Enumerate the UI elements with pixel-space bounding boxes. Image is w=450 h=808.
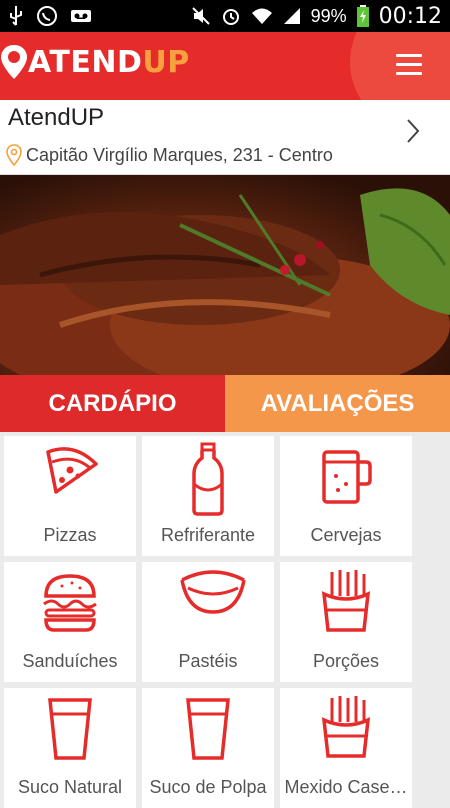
hamburger-icon [396, 54, 422, 57]
menu-category-grid: Pizzas Refriferante Cervejas Sanduíches … [0, 432, 450, 808]
category-suco-natural[interactable]: Suco Natural [4, 688, 136, 808]
category-sanduiches[interactable]: Sanduíches [4, 562, 136, 682]
steak-illustration [0, 188, 450, 375]
mute-icon [191, 7, 210, 25]
category-mexido-caseiro[interactable]: Mexido Case… [280, 688, 412, 808]
category-label: Mexido Case… [284, 777, 408, 797]
tab-avaliacoes[interactable]: AVALIAÇÕES [225, 375, 450, 432]
category-suco-de-polpa[interactable]: Suco de Polpa [142, 688, 274, 808]
beer-mug-icon [322, 450, 372, 504]
app-bar: ATENDUP [0, 32, 450, 100]
category-pizzas[interactable]: Pizzas [4, 436, 136, 556]
signal-icon [283, 8, 300, 24]
battery-icon [356, 5, 369, 27]
fries-icon [321, 570, 371, 632]
battery-percent: 99% [310, 5, 347, 26]
category-label: Suco Natural [17, 777, 123, 797]
category-label: Refriferante [160, 525, 256, 545]
alarm-icon [222, 9, 239, 25]
burger-icon [43, 574, 97, 632]
pastel-icon [180, 570, 246, 614]
logo-wordmark: ATENDUP [28, 45, 190, 80]
category-pasteis[interactable]: Pastéis [142, 562, 274, 682]
category-label: Suco de Polpa [149, 777, 267, 797]
address-text: Capitão Virgílio Marques, 231 - Centro [26, 144, 333, 165]
location-pin-icon [6, 144, 22, 166]
whatsapp-icon [37, 6, 57, 26]
category-label: Cervejas [310, 525, 382, 545]
category-label: Pizzas [43, 525, 97, 545]
location-pin-icon [1, 45, 27, 79]
pizza-icon [46, 447, 98, 494]
tab-bar: CARDÁPIO AVALIAÇÕES [0, 375, 450, 432]
category-refrigerante[interactable]: Refriferante [142, 436, 274, 556]
hamburger-menu-button[interactable] [396, 54, 422, 78]
app-logo: ATENDUP [0, 44, 190, 80]
fries-icon [321, 696, 371, 758]
cup-icon [186, 698, 230, 760]
place-address: Capitão Virgílio Marques, 231 - Centro [6, 144, 333, 166]
clock: 00:12 [378, 3, 442, 29]
status-bar: 99% 00:12 [0, 0, 450, 32]
chevron-right-icon[interactable] [406, 118, 420, 144]
hero-food-image [0, 175, 450, 375]
tab-cardapio[interactable]: CARDÁPIO [0, 375, 225, 432]
category-label: Sanduíches [22, 651, 118, 671]
voicemail-icon [71, 10, 91, 22]
logo-main: ATEND [28, 44, 143, 80]
logo-accent: UP [142, 44, 190, 80]
category-cervejas[interactable]: Cervejas [280, 436, 412, 556]
place-header[interactable]: AtendUP Capitão Virgílio Marques, 231 - … [0, 100, 450, 175]
category-label: Porções [312, 651, 380, 671]
category-label: Pastéis [178, 651, 238, 671]
usb-icon [10, 6, 22, 26]
wifi-icon [251, 8, 272, 24]
soda-bottle-icon [192, 442, 224, 516]
cup-icon [48, 698, 92, 760]
place-name: AtendUP [8, 104, 105, 131]
category-porcoes[interactable]: Porções [280, 562, 412, 682]
